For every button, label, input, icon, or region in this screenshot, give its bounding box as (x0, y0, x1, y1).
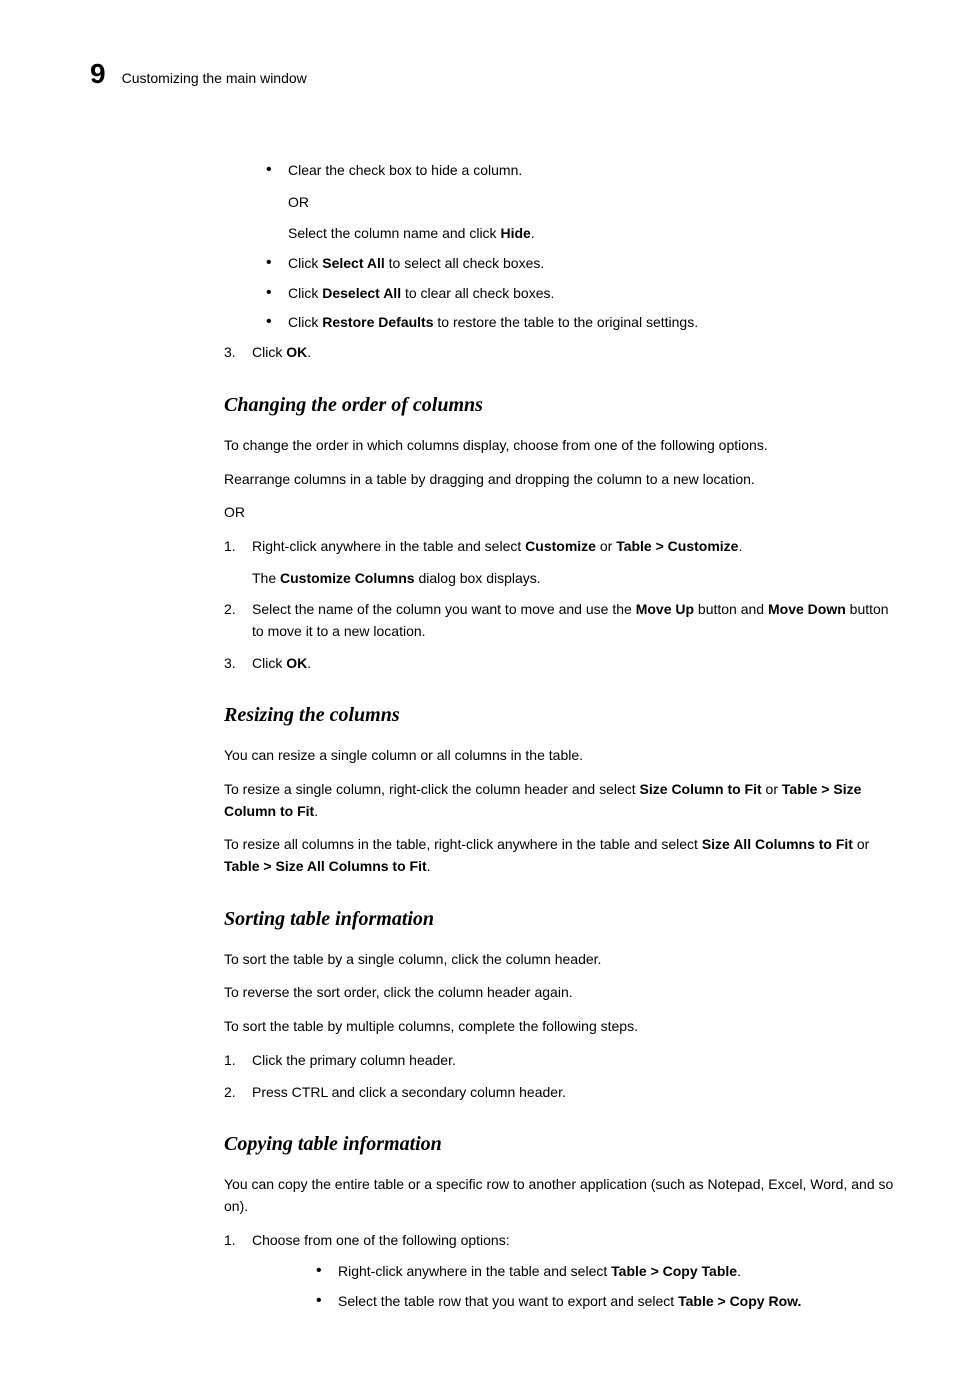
body-paragraph: To resize all columns in the table, righ… (224, 834, 894, 877)
list-item-body: Select the name of the column you want t… (252, 599, 894, 642)
numbered-list: 1.Choose from one of the following optio… (224, 1230, 894, 1321)
list-item-line: Click OK. (252, 342, 894, 364)
list-item-line: Select the column name and click Hide. (288, 223, 894, 245)
list-item-body: Select the table row that you want to ex… (338, 1291, 894, 1313)
bold-text: OK (286, 655, 307, 671)
list-item-marker: 2. (224, 1082, 252, 1104)
list-item-body: Click OK. (252, 653, 894, 675)
numbered-list: 3.Click OK. (224, 342, 894, 364)
list-item-line: Click OK. (252, 653, 894, 675)
list-item: Right-click anywhere in the table and se… (316, 1261, 894, 1283)
list-item-line: Click Restore Defaults to restore the ta… (288, 312, 894, 334)
list-item-body: Click Deselect All to clear all check bo… (288, 283, 894, 305)
list-item-line: The Customize Columns dialog box display… (252, 568, 894, 590)
list-item: Click Select All to select all check box… (266, 253, 894, 275)
section-heading: Changing the order of columns (224, 390, 894, 421)
chapter-number: 9 (90, 58, 106, 90)
body-paragraph: OR (224, 502, 894, 524)
list-item: Select the table row that you want to ex… (316, 1291, 894, 1313)
list-item-line: Right-click anywhere in the table and se… (252, 536, 894, 558)
list-item-line: Select the table row that you want to ex… (338, 1291, 894, 1313)
list-item-line: Right-click anywhere in the table and se… (338, 1261, 894, 1283)
chapter-title: Customizing the main window (122, 70, 307, 86)
bold-text: Table > Copy Table (611, 1263, 737, 1279)
list-item-body: Clear the check box to hide a column. OR S… (288, 160, 894, 245)
body-paragraph: To change the order in which columns dis… (224, 435, 894, 457)
list-item-body: Right-click anywhere in the table and se… (252, 536, 894, 589)
bold-text: Hide (500, 225, 530, 241)
body-paragraph: To reverse the sort order, click the col… (224, 982, 894, 1004)
list-item-marker: 3. (224, 342, 252, 364)
bold-text: OK (286, 344, 307, 360)
bold-text: Customize Columns (280, 570, 415, 586)
section-heading: Resizing the columns (224, 700, 894, 731)
list-item: Click Restore Defaults to restore the ta… (266, 312, 894, 334)
bold-text: Table > Size All Columns to Fit (224, 858, 427, 874)
body-paragraph: Rearrange columns in a table by dragging… (224, 469, 894, 491)
page-header: 9 Customizing the main window (90, 58, 894, 90)
bold-text: Table > Size Column to Fit (224, 781, 861, 819)
page: 9 Customizing the main window Clear the … (0, 0, 954, 1391)
bulleted-list: Clear the check box to hide a column. OR S… (266, 160, 894, 334)
list-item-line: Press CTRL and click a secondary column … (252, 1082, 894, 1104)
list-item-body: Press CTRL and click a secondary column … (252, 1082, 894, 1104)
list-item-marker: 3. (224, 653, 252, 675)
list-item-line: Select the name of the column you want t… (252, 599, 894, 642)
list-item: Clear the check box to hide a column. OR S… (266, 160, 894, 245)
bold-text: Size Column to Fit (640, 781, 762, 797)
list-item-marker: 2. (224, 599, 252, 642)
body-paragraph: You can copy the entire table or a speci… (224, 1174, 894, 1217)
body-paragraph: To sort the table by a single column, cl… (224, 949, 894, 971)
page-body: Clear the check box to hide a column. OR S… (224, 160, 894, 1321)
bold-text: Move Down (768, 601, 846, 617)
list-item-line: Clear the check box to hide a column. (288, 160, 894, 182)
list-item-body: Choose from one of the following options… (252, 1230, 894, 1321)
list-item: 1.Right-click anywhere in the table and … (224, 536, 894, 589)
bold-text: Restore Defaults (322, 314, 433, 330)
list-item-line: OR (288, 192, 894, 214)
list-item: 2.Press CTRL and click a secondary colum… (224, 1082, 894, 1104)
body-paragraph: You can resize a single column or all co… (224, 745, 894, 767)
bold-text: Size All Columns to Fit (702, 836, 853, 852)
list-item: 3.Click OK. (224, 342, 894, 364)
numbered-list: 1.Click the primary column header.2.Pres… (224, 1050, 894, 1103)
list-item-line: Click Select All to select all check box… (288, 253, 894, 275)
list-item-body: Click Restore Defaults to restore the ta… (288, 312, 894, 334)
numbered-list: 1.Right-click anywhere in the table and … (224, 536, 894, 674)
body-paragraph: To resize a single column, right-click t… (224, 779, 894, 822)
list-item-marker: 1. (224, 1050, 252, 1072)
section-heading: Sorting table information (224, 904, 894, 935)
bold-text: Move Up (636, 601, 694, 617)
list-item-line: Click the primary column header. (252, 1050, 894, 1072)
list-item: 1.Choose from one of the following optio… (224, 1230, 894, 1321)
list-item: 1.Click the primary column header. (224, 1050, 894, 1072)
list-item-body: Right-click anywhere in the table and se… (338, 1261, 894, 1283)
list-item: 3.Click OK. (224, 653, 894, 675)
bold-text: Table > Customize (616, 538, 738, 554)
body-paragraph: To sort the table by multiple columns, c… (224, 1016, 894, 1038)
bold-text: Customize (525, 538, 596, 554)
list-item-line: Click Deselect All to clear all check bo… (288, 283, 894, 305)
list-item-line: Choose from one of the following options… (252, 1230, 894, 1252)
list-item-body: Click OK. (252, 342, 894, 364)
list-item: 2.Select the name of the column you want… (224, 599, 894, 642)
section-heading: Copying table information (224, 1129, 894, 1160)
list-item-body: Click Select All to select all check box… (288, 253, 894, 275)
list-item: Click Deselect All to clear all check bo… (266, 283, 894, 305)
bold-text: Deselect All (322, 285, 401, 301)
list-item-marker: 1. (224, 536, 252, 589)
bold-text: Table > Copy Row. (678, 1293, 801, 1309)
bulleted-list: Right-click anywhere in the table and se… (316, 1261, 894, 1312)
bold-text: Select All (322, 255, 385, 271)
list-item-marker: 1. (224, 1230, 252, 1321)
list-item-body: Click the primary column header. (252, 1050, 894, 1072)
